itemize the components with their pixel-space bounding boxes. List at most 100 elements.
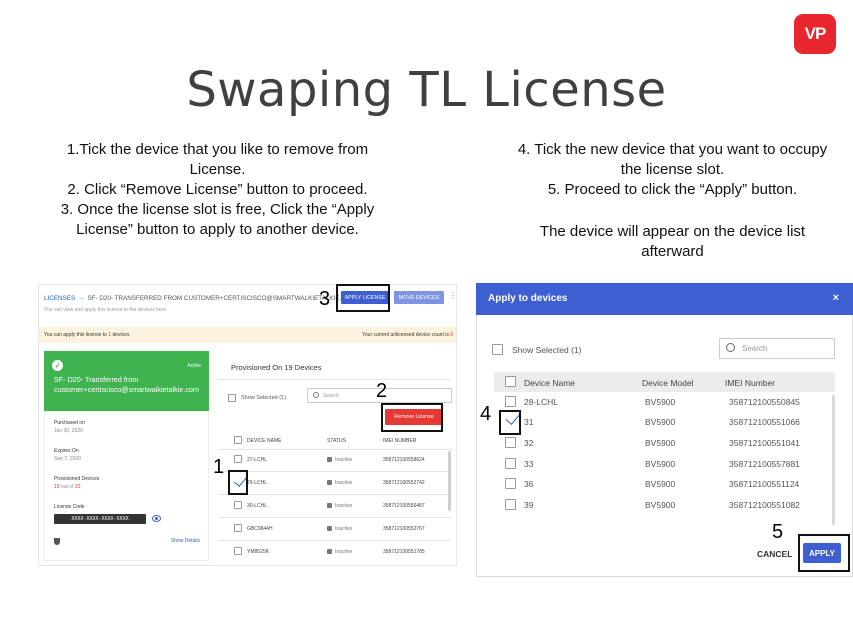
table-row-name: 39 (524, 500, 534, 510)
search-icon (313, 392, 319, 398)
table-row-model: BV5900 (645, 438, 676, 448)
table-row-name: 27-LCHL (247, 457, 268, 463)
scrollbar[interactable] (448, 451, 451, 511)
license-code-value: XXXX-XXXX-XXXX-XXXX (54, 514, 146, 524)
cancel-button[interactable]: CANCEL (757, 549, 792, 559)
col-imei[interactable]: IMEI NUMBER (383, 438, 416, 444)
annotation-1: 1 (213, 456, 225, 478)
step-4: 4. Tick the new device that you want to … (517, 141, 828, 178)
table-row-model: BV5900 (645, 397, 676, 407)
row-checkbox[interactable] (234, 455, 242, 463)
table-row-status: Inactive (327, 549, 352, 555)
move-devices-button[interactable]: MOVE DEVICES (394, 291, 444, 304)
highlight-checked-row (228, 470, 248, 495)
eye-icon[interactable] (152, 515, 161, 522)
table-row-status: Inactive (327, 503, 352, 509)
breadcrumb: LICENSES → SF- D20- TRANSFERRED FROM CUSTO… (44, 295, 356, 302)
step-3: 3. Once the license slot is free, Click … (60, 201, 375, 238)
table-row-imei: 358712100556487 (383, 503, 425, 509)
license-card: ✓ Active SF- D20- Transferred from custo… (44, 351, 209, 411)
row-checkbox[interactable] (234, 501, 242, 509)
table-row-imei: 358712100550845 (729, 397, 800, 407)
row-checkbox[interactable] (505, 478, 516, 489)
search-input[interactable]: Search (719, 338, 835, 359)
col-imei[interactable]: IMEI Number (725, 378, 775, 388)
more-options-icon[interactable]: ⋮ (449, 291, 456, 300)
table-row-model: BV5900 (645, 459, 676, 469)
expires-label: Expires On (54, 448, 79, 454)
provisioned-title: Provisioned On 19 Devices (231, 363, 322, 372)
table-row-name: 31 (524, 417, 534, 427)
table-row-imei: 358712100552767 (383, 526, 425, 532)
table-row-name: 32 (524, 438, 534, 448)
col-device-model[interactable]: Device Model (642, 378, 694, 388)
license-details-panel: Purchased on Jun 30, 2020 Expires On Sep… (44, 411, 209, 561)
row-checkbox[interactable] (234, 547, 242, 555)
annotation-4: 4 (480, 403, 492, 425)
step-note: The device will appear on the device lis… (539, 223, 806, 260)
scrollbar[interactable] (832, 395, 835, 525)
table-row-model: BV5900 (645, 479, 676, 489)
license-title: SF- D20- TRANSFERRED FROM CUSTOMER+CERTI… (87, 295, 356, 302)
table-row-imei: 358712100551041 (729, 438, 800, 448)
check-circle-icon: ✓ (52, 360, 63, 371)
info-banner: You can apply this license to 1 devices … (39, 327, 456, 343)
lock-icon (327, 526, 332, 531)
table-row-status: Inactive (327, 526, 352, 532)
license-code-label: License Code (54, 504, 85, 510)
lock-icon (327, 480, 332, 485)
arrow-right-icon: → (78, 295, 85, 302)
lock-icon (327, 503, 332, 508)
table-row-name: 36 (524, 479, 534, 489)
highlight-apply-button (798, 534, 850, 572)
shield-icon (54, 538, 60, 545)
col-device-name[interactable]: Device Name (524, 378, 575, 388)
table-row-imei: 358712100551785 (383, 549, 425, 555)
purchased-label: Purchased on (54, 420, 85, 426)
apply-to-devices-dialog: Apply to devices × Show Selected (1) Sea… (476, 283, 853, 577)
table-row-imei: 358712100551124 (729, 479, 800, 489)
show-selected-checkbox[interactable] (492, 344, 503, 355)
table-row-status: Inactive (327, 457, 352, 463)
col-device-name[interactable]: DEVICE NAME (247, 438, 281, 444)
page-subtitle: You can view and apply this license to t… (44, 307, 167, 313)
row-checkbox[interactable] (234, 524, 242, 532)
row-checkbox[interactable] (505, 499, 516, 510)
table-row-name: 33 (524, 459, 534, 469)
table-row-imei: 358712100552742 (383, 480, 425, 486)
highlight-remove-license (381, 403, 443, 432)
table-row-name: GBC9844H (247, 526, 273, 532)
dialog-header: Apply to devices × (476, 283, 853, 315)
table-row-name: YM8525K (247, 549, 269, 555)
col-status[interactable]: STATUS (327, 438, 346, 444)
row-checkbox[interactable] (505, 437, 516, 448)
annotation-3: 3 (319, 288, 331, 310)
breadcrumb-licenses-link[interactable]: LICENSES (44, 295, 75, 302)
table-row-name: 29-LCHL (247, 480, 268, 486)
table-row-imei: 358712100551082 (729, 500, 800, 510)
lock-icon (327, 549, 332, 554)
highlight-new-device-row (499, 410, 521, 435)
step-2: 2. Click “Remove License” button to proc… (67, 181, 368, 198)
show-selected-label: Show Selected (1) (241, 395, 286, 401)
select-all-checkbox[interactable] (234, 436, 242, 444)
table-row-imei: 358712100551066 (729, 417, 800, 427)
provisioned-label: Provisioned Devices (54, 476, 100, 482)
show-details-link[interactable]: Show Details (171, 538, 200, 544)
row-checkbox[interactable] (505, 458, 516, 469)
close-icon[interactable]: × (833, 292, 839, 304)
row-checkbox[interactable] (505, 396, 516, 407)
select-all-checkbox[interactable] (505, 376, 516, 387)
table-row-imei: 358712100557881 (729, 459, 800, 469)
instructions-left: 1.Tick the device that you like to remov… (40, 140, 395, 240)
step-5: 5. Proceed to click the “Apply” button. (547, 181, 798, 198)
dialog-title: Apply to devices (488, 293, 568, 304)
purchased-value: Jun 30, 2020 (54, 428, 83, 434)
license-name: SF- D20- Transferred from customer+certi… (54, 375, 199, 394)
provisioned-devices-panel: Provisioned On 19 Devices Show Selected … (219, 351, 452, 561)
vp-logo: VP (794, 14, 836, 54)
provisioned-value: 19 out of 20 (54, 484, 81, 490)
table-row-name: 28-LCHL (524, 397, 559, 407)
show-selected-checkbox[interactable] (228, 394, 236, 402)
annotation-5: 5 (772, 521, 784, 543)
